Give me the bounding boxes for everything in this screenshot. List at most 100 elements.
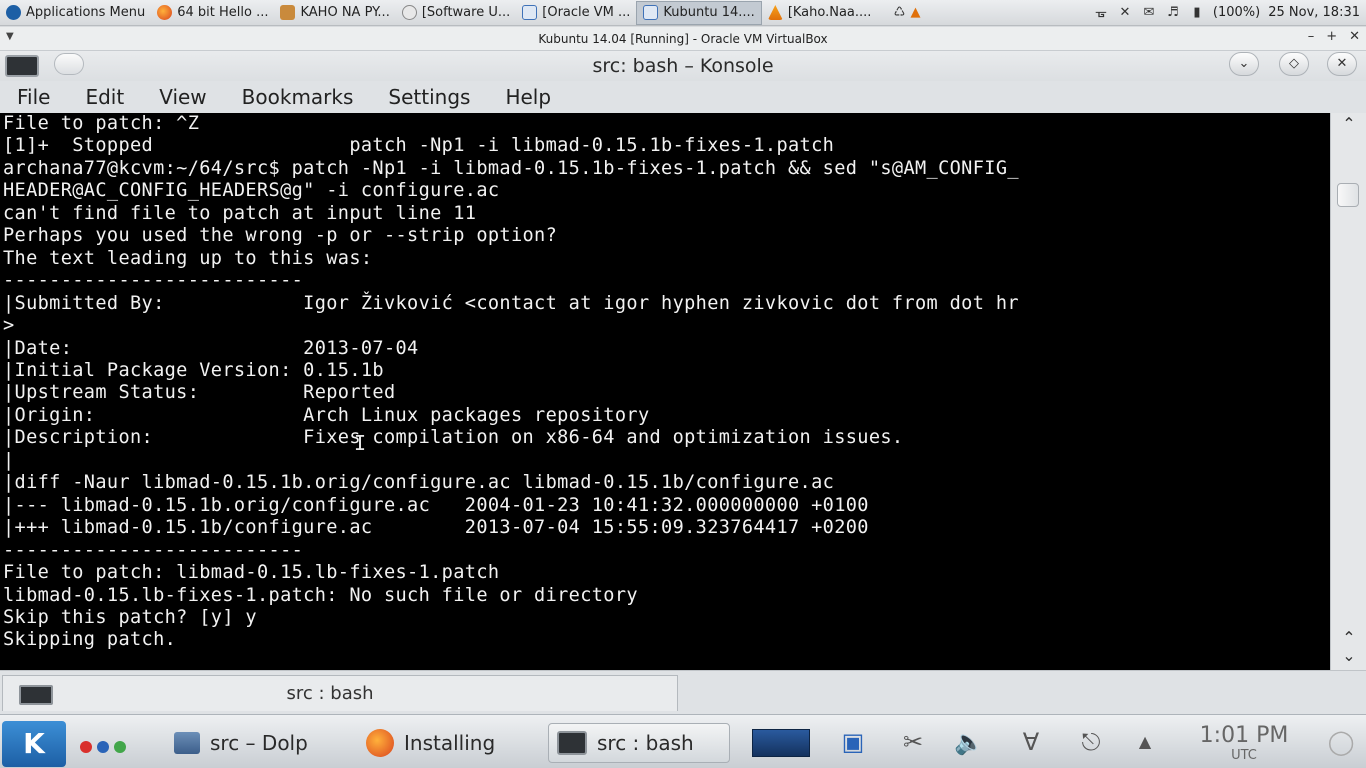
menu-file[interactable]: File xyxy=(17,85,68,109)
minimize-button[interactable]: – xyxy=(1308,29,1315,44)
host-task-folder[interactable]: KAHO NA PY... xyxy=(274,1,395,25)
terminal-line: Perhaps you used the wrong -p or --strip… xyxy=(3,225,558,247)
activity-green-dot[interactable] xyxy=(114,741,126,753)
konsole-icon xyxy=(557,731,587,755)
text-cursor-icon: I xyxy=(354,431,367,455)
host-task-vlc[interactable]: [Kaho.Naa.... xyxy=(762,1,878,25)
terminal-line: [1]+ Stopped patch -Np1 -i libmad-0.15.1… xyxy=(3,135,835,157)
virtualbox-titlebar: ▼ Kubuntu 14.04 [Running] - Oracle VM Vi… xyxy=(0,27,1366,51)
vlc-icon xyxy=(767,5,783,20)
host-task-firefox[interactable]: 64 bit Hello ... xyxy=(151,1,274,25)
terminal-scrollbar[interactable]: ⌃ ⌃ ⌄ xyxy=(1330,113,1366,670)
terminal-line: archana77@kcvm:~/64/src$ patch -Np1 -i l… xyxy=(3,157,1019,179)
kde-bottom-panel: K src – Dolp Installing src : bash ▣ ✂ 🔈… xyxy=(0,714,1366,768)
host-top-panel: Applications Menu 64 bit Hello ... KAHO … xyxy=(0,0,1366,26)
pin-to-all-desktops-button[interactable] xyxy=(54,53,84,75)
menu-bookmarks[interactable]: Bookmarks xyxy=(242,85,372,109)
maximize-button[interactable]: + xyxy=(1326,29,1337,44)
taskbar-konsole[interactable]: src : bash xyxy=(548,723,730,763)
network-icon[interactable]: ⎋ xyxy=(1074,727,1108,757)
maximize-button[interactable]: ◇ xyxy=(1279,52,1309,76)
minimize-button[interactable]: ⌄ xyxy=(1229,52,1259,76)
host-task-label: Kubuntu 14.... xyxy=(663,5,755,20)
mail-icon[interactable]: ✉ xyxy=(1141,5,1157,21)
terminal-icon xyxy=(19,685,53,705)
konsole-window-title: src: bash – Konsole xyxy=(592,55,774,77)
host-task-software-updater[interactable]: [Software U... xyxy=(396,1,516,25)
host-task-oracle-vm[interactable]: [Oracle VM ... xyxy=(516,1,636,25)
menu-view[interactable]: View xyxy=(159,85,224,109)
package-updater-icon[interactable]: ▣ xyxy=(836,727,870,757)
vlc-tray-icon[interactable]: ▲ xyxy=(907,5,923,21)
terminal-line: |Initial Package Version: 0.15.1b xyxy=(3,359,384,381)
volume-icon[interactable]: 🔈 xyxy=(952,727,986,757)
terminal-line: |Description: Fixes compilation on x86-6… xyxy=(3,427,904,449)
desktop-pager-icon[interactable] xyxy=(750,727,812,757)
terminal-line: |+++ libmad-0.15.1b/configure.ac 2013-07… xyxy=(3,517,869,539)
terminal-line: |diff -Naur libmad-0.15.1b.orig/configur… xyxy=(3,472,835,494)
terminal-line: |Origin: Arch Linux packages repository xyxy=(3,404,650,426)
terminal-line: |Submitted By: Igor Živković <contact at… xyxy=(3,292,1019,314)
close-button[interactable]: ✕ xyxy=(1349,29,1360,44)
taskbar-firefox[interactable]: Installing xyxy=(358,723,530,763)
terminal-line: -------------------------- xyxy=(3,539,304,561)
tab-src-bash[interactable]: src : bash xyxy=(2,675,678,711)
tab-label: src : bash xyxy=(286,683,374,704)
konsole-titlebar: src: bash – Konsole ⌄ ◇ ✕ xyxy=(0,51,1366,81)
terminal-line: > xyxy=(3,315,15,337)
terminal-line: Skipping patch. xyxy=(3,629,177,651)
clock-timezone: UTC xyxy=(1231,748,1257,763)
expand-tray-icon[interactable]: ▲ xyxy=(1128,727,1162,757)
host-task-label: [Software U... xyxy=(421,5,511,20)
menu-settings[interactable]: Settings xyxy=(388,85,488,109)
scroll-up-icon[interactable]: ⌃ xyxy=(1338,630,1360,646)
klipper-scissors-icon[interactable]: ✂ xyxy=(896,727,930,757)
konsole-menubar: File Edit View Bookmarks Settings Help xyxy=(0,81,1366,113)
close-button[interactable]: ✕ xyxy=(1327,52,1357,76)
kubuntu-logo-icon xyxy=(6,5,21,20)
virtualbox-icon xyxy=(643,5,659,20)
taskbar-dolphin[interactable]: src – Dolp xyxy=(166,723,338,763)
terminal-line: |Upstream Status: Reported xyxy=(3,382,396,404)
terminal-line: The text leading up to this was: xyxy=(3,247,373,269)
firefox-icon xyxy=(157,5,173,20)
virtualbox-icon xyxy=(522,5,538,20)
terminal-line: HEADER@AC_CONFIG_HEADERS@g" -i configure… xyxy=(3,180,500,202)
scrollbar-thumb[interactable] xyxy=(1337,183,1359,207)
activity-blue-dot[interactable] xyxy=(97,741,109,753)
terminal-line: File to patch: libmad-0.15.lb-fixes-1.pa… xyxy=(3,562,500,584)
host-task-applications-menu[interactable]: Applications Menu xyxy=(0,1,151,25)
battery-icon[interactable]: ▮ xyxy=(1189,5,1205,21)
bluetooth-icon[interactable]: ᚗ xyxy=(1093,5,1109,21)
usb-device-icon[interactable]: ∀ xyxy=(1014,727,1048,757)
dashboard-toolbox-icon[interactable]: ◯ xyxy=(1324,727,1358,757)
activity-red-dot[interactable] xyxy=(80,741,92,753)
digital-clock[interactable]: 1:01 PM UTC xyxy=(1186,723,1302,763)
terminal-output: File to patch: ^Z [1]+ Stopped patch -Np1… xyxy=(0,113,1330,652)
host-datetime[interactable]: 25 Nov, 18:31 xyxy=(1268,5,1360,20)
terminal-area[interactable]: File to patch: ^Z [1]+ Stopped patch -Np1… xyxy=(0,113,1330,670)
terminal-line: | xyxy=(3,449,15,471)
konsole-app-icon[interactable] xyxy=(5,55,39,77)
kde-launcher-icon[interactable]: K xyxy=(2,721,66,767)
window-menu-icon[interactable]: ▼ xyxy=(6,31,14,42)
host-task-kubuntu-vm[interactable]: Kubuntu 14.... xyxy=(636,0,762,25)
clock-time: 1:01 PM xyxy=(1199,723,1289,748)
menu-edit[interactable]: Edit xyxy=(85,85,142,109)
host-task-label: Applications Menu xyxy=(26,5,146,20)
menu-help[interactable]: Help xyxy=(505,85,569,109)
terminal-line: |--- libmad-0.15.1b.orig/configure.ac 20… xyxy=(3,494,869,516)
terminal-line: -------------------------- xyxy=(3,270,304,292)
taskbar-label: src – Dolp xyxy=(210,731,308,755)
terminal-line: File to patch: ^Z xyxy=(3,113,200,134)
scroll-down-icon[interactable]: ⌄ xyxy=(1338,648,1360,664)
scroll-up-icon[interactable]: ⌃ xyxy=(1338,116,1360,132)
host-task-label: 64 bit Hello ... xyxy=(177,5,269,20)
volume-icon[interactable]: ♬ xyxy=(1165,5,1181,21)
host-task-label: [Oracle VM ... xyxy=(542,5,631,20)
konsole-tabbar: src : bash xyxy=(0,670,1366,714)
network-manager-icon[interactable]: ♺ xyxy=(891,5,907,21)
terminal-line: libmad-0.15.lb-fixes-1.patch: No such fi… xyxy=(3,584,638,606)
firefox-icon xyxy=(366,729,394,757)
network-icon[interactable]: ✕ xyxy=(1117,5,1133,21)
